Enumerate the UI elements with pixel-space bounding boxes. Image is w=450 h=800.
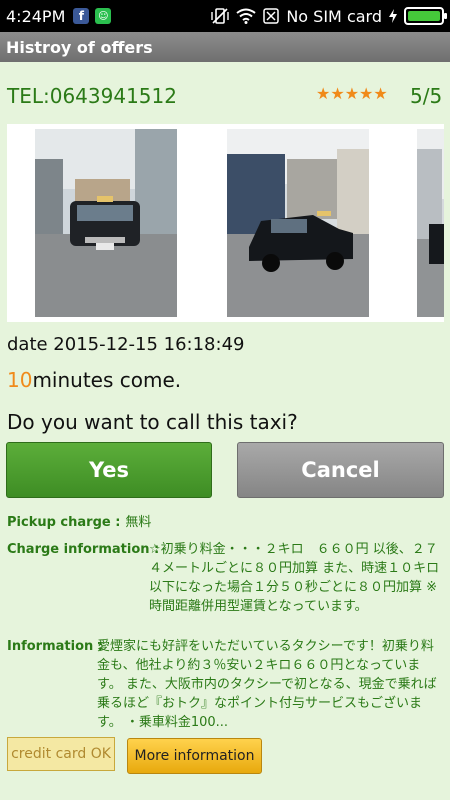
pickup-charge-value: 無料 bbox=[125, 515, 152, 530]
facebook-icon: f bbox=[73, 8, 90, 24]
arrival-minutes-value: 10 bbox=[7, 368, 33, 392]
carrier-label: No SIM card bbox=[286, 6, 382, 26]
taxi-photo-1[interactable] bbox=[35, 129, 177, 317]
page-title: Histroy of offers bbox=[6, 37, 153, 57]
sim-icon bbox=[263, 8, 280, 24]
title-bar: Histroy of offers bbox=[0, 32, 450, 62]
rating-score: 5/5 bbox=[410, 84, 443, 108]
information-row: Information : 愛煙家にも好評をいただいているタクシーです！初乗り料… bbox=[7, 637, 444, 732]
arrival-minutes-suffix: minutes come. bbox=[32, 368, 182, 392]
offer-date: date 2015-12-15 16:18:49 bbox=[7, 334, 245, 355]
arrival-time: 10minutes come. bbox=[7, 368, 181, 392]
charging-icon bbox=[389, 9, 397, 23]
yes-button[interactable]: Yes bbox=[6, 442, 212, 498]
information-label: Information : bbox=[7, 639, 103, 654]
status-bar: 4:24PM f ☺ No SIM card bbox=[0, 0, 450, 32]
credit-card-badge: credit card OK bbox=[7, 737, 115, 771]
charge-info-row: Charge information : ☆初乗り料金・・・２キロ ６６０円 以… bbox=[7, 540, 444, 616]
charge-info-label: Charge information : bbox=[7, 542, 160, 557]
pickup-charge-label: Pickup charge : bbox=[7, 515, 121, 530]
vibrate-icon bbox=[211, 8, 230, 24]
information-value: 愛煙家にも好評をいただいているタクシーです！初乗り料金も、他社より約３％安い２キ… bbox=[97, 639, 437, 730]
android-icon: ☺ bbox=[95, 8, 112, 24]
cancel-button[interactable]: Cancel bbox=[237, 442, 444, 498]
status-time: 4:24PM bbox=[6, 6, 66, 26]
pickup-charge-row: Pickup charge : 無料 bbox=[7, 513, 151, 532]
rating-stars: ★★★★★ bbox=[316, 84, 388, 103]
status-right: No SIM card bbox=[211, 6, 447, 26]
charge-info-value: ☆初乗り料金・・・２キロ ６６０円 以後、２７４メートルごとに８０円加算 また、… bbox=[149, 542, 440, 614]
battery-icon bbox=[404, 7, 447, 25]
photo-strip[interactable] bbox=[7, 124, 444, 322]
more-information-button[interactable]: More information bbox=[127, 738, 262, 774]
taxi-photo-3[interactable] bbox=[417, 129, 444, 317]
call-question: Do you want to call this taxi? bbox=[7, 410, 298, 434]
phone-number[interactable]: TEL:0643941512 bbox=[7, 84, 177, 108]
wifi-icon bbox=[236, 8, 256, 24]
taxi-photo-2[interactable] bbox=[227, 129, 369, 317]
